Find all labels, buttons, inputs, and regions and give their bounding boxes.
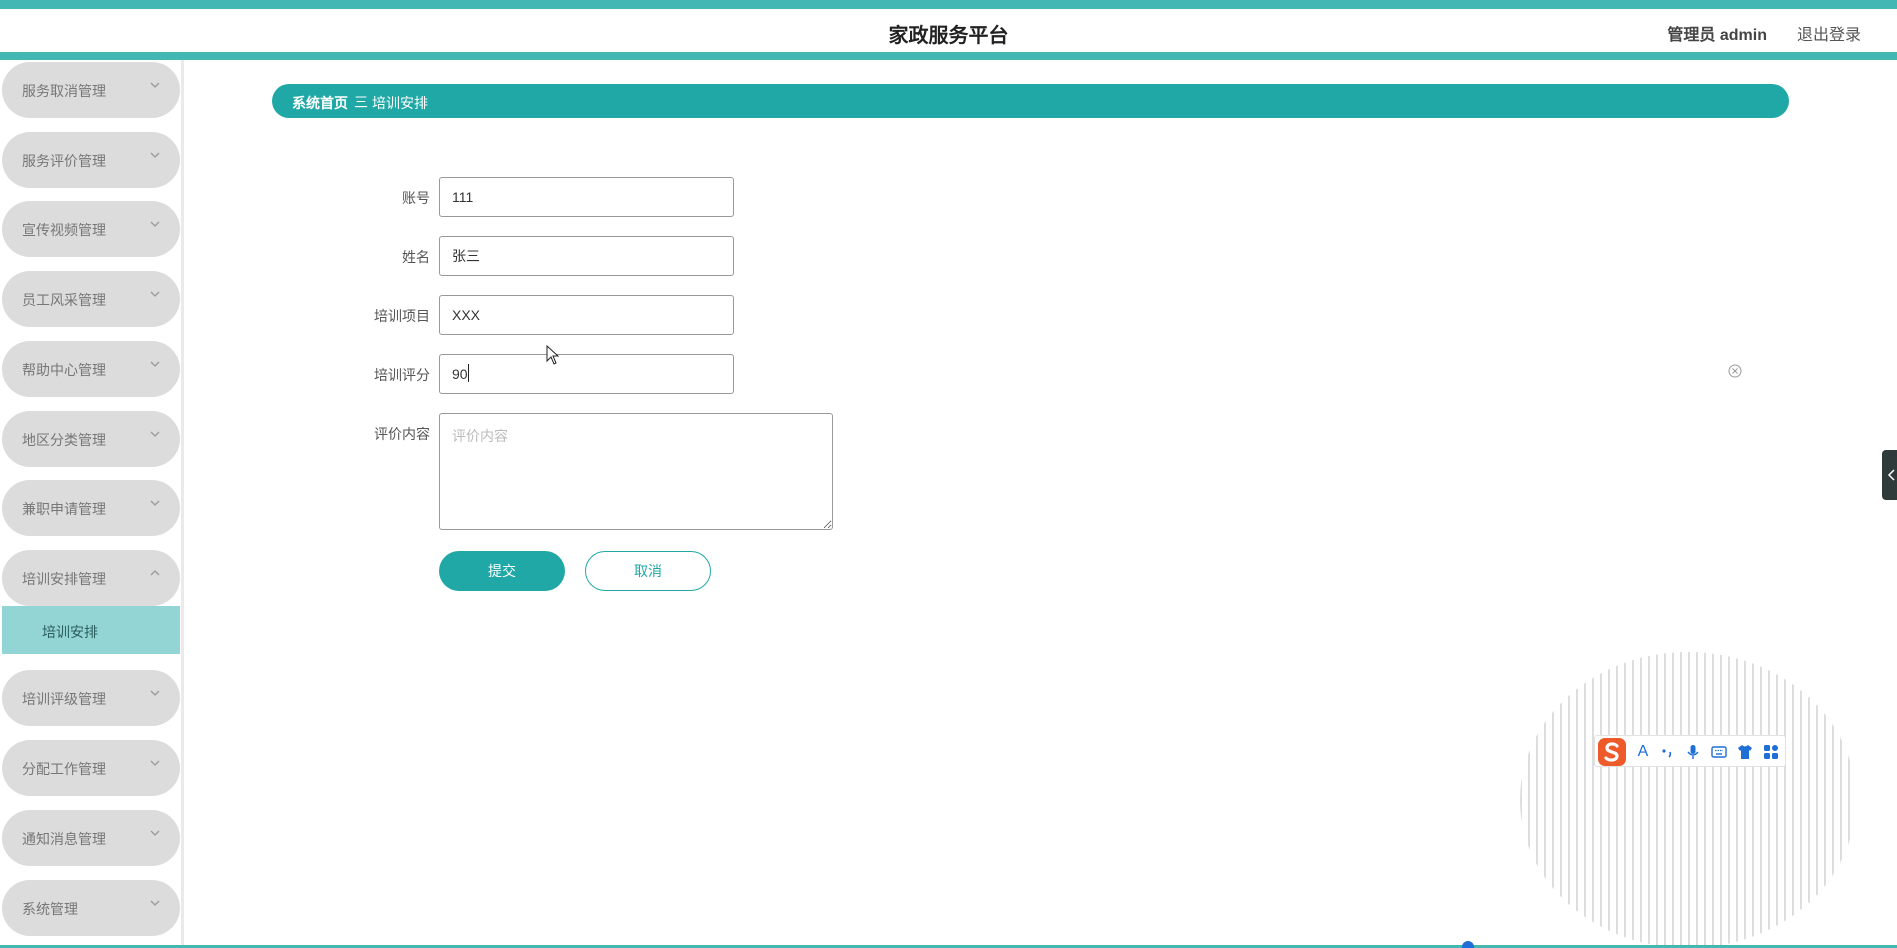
score-label: 培训评分 xyxy=(374,367,430,383)
sidebar-item-region-category[interactable]: 地区分类管理 xyxy=(2,411,180,467)
sidebar-subitem-training-arrange[interactable]: 培训安排 xyxy=(2,606,180,654)
account-label: 账号 xyxy=(402,190,430,206)
sidebar-item-training-rating[interactable]: 培训评级管理 xyxy=(2,670,180,726)
project-label: 培训项目 xyxy=(374,308,430,324)
breadcrumb-home[interactable]: 系统首页 xyxy=(292,93,348,113)
ime-toolbar: A xyxy=(1594,735,1786,767)
sidebar-item-notifications[interactable]: 通知消息管理 xyxy=(2,810,180,866)
keyboard-icon[interactable] xyxy=(1711,744,1727,760)
chevron-down-icon xyxy=(150,291,160,297)
sidebar-item-label: 帮助中心管理 xyxy=(22,362,106,378)
sidebar-item-label: 系统管理 xyxy=(22,901,78,917)
sidebar-item-label: 地区分类管理 xyxy=(22,432,106,448)
sidebar-item-label: 培训评级管理 xyxy=(22,691,106,707)
sidebar-item-help-center[interactable]: 帮助中心管理 xyxy=(2,341,180,397)
chevron-down-icon xyxy=(150,431,160,437)
name-label: 姓名 xyxy=(402,249,430,265)
sidebar-item-label: 员工风采管理 xyxy=(22,292,106,308)
sidebar-item-training-arrange[interactable]: 培训安排管理 xyxy=(2,550,180,606)
top-header: 家政服务平台 管理员 admin 退出登录 xyxy=(0,0,1897,60)
mouse-pointer-icon xyxy=(546,345,560,365)
microphone-icon[interactable] xyxy=(1685,744,1701,760)
chevron-down-icon xyxy=(150,152,160,158)
cancel-button[interactable]: 取消 xyxy=(585,551,711,591)
scroll-indicator-dot xyxy=(1462,941,1474,948)
sogou-logo-icon[interactable] xyxy=(1595,736,1629,768)
chevron-down-icon xyxy=(150,830,160,836)
sidebar-item-service-review[interactable]: 服务评价管理 xyxy=(2,132,180,188)
decorative-stripe-circle xyxy=(1520,652,1856,948)
skin-shirt-icon[interactable] xyxy=(1737,744,1753,760)
logout-link[interactable]: 退出登录 xyxy=(1797,21,1861,45)
chevron-down-icon xyxy=(150,500,160,506)
sidebar-item-system[interactable]: 系统管理 xyxy=(2,880,180,936)
account-input[interactable] xyxy=(439,177,734,217)
sidebar-item-label: 服务取消管理 xyxy=(22,83,106,99)
site-title: 家政服务平台 xyxy=(888,25,1009,47)
chevron-down-icon xyxy=(150,221,160,227)
chevron-down-icon xyxy=(150,82,160,88)
sidebar-subitem-label: 培训安排 xyxy=(42,624,98,640)
chevron-down-icon xyxy=(150,690,160,696)
score-input[interactable] xyxy=(439,354,734,394)
sidebar-item-label: 宣传视频管理 xyxy=(22,222,106,238)
chevron-down-icon xyxy=(150,900,160,906)
sidebar-item-label: 服务评价管理 xyxy=(22,153,106,169)
sidebar: 服务取消管理 服务评价管理 宣传视频管理 员工风采管理 帮助中心管理 地区分类管… xyxy=(0,60,184,948)
name-input[interactable] xyxy=(439,236,734,276)
sidebar-item-work-assign[interactable]: 分配工作管理 xyxy=(2,740,180,796)
sidebar-item-parttime-apply[interactable]: 兼职申请管理 xyxy=(2,480,180,536)
sidebar-item-promo-video[interactable]: 宣传视频管理 xyxy=(2,201,180,257)
sidebar-item-label: 分配工作管理 xyxy=(22,761,106,777)
chevron-down-icon xyxy=(150,361,160,367)
close-circle-icon[interactable] xyxy=(1728,364,1742,378)
side-collapse-tab[interactable] xyxy=(1882,450,1897,500)
chevron-down-icon xyxy=(150,760,160,766)
sidebar-item-service-cancel[interactable]: 服务取消管理 xyxy=(2,62,180,118)
comment-textarea[interactable] xyxy=(439,413,833,530)
breadcrumb-current: 培训安排 xyxy=(372,95,428,111)
comment-label: 评价内容 xyxy=(374,426,430,442)
sidebar-item-label: 通知消息管理 xyxy=(22,831,106,847)
admin-label: 管理员 admin xyxy=(1667,27,1767,44)
apps-grid-icon[interactable] xyxy=(1763,744,1779,760)
sidebar-item-label: 培训安排管理 xyxy=(22,571,106,587)
punctuation-icon[interactable] xyxy=(1659,744,1675,760)
text-caret xyxy=(468,364,469,382)
chevron-up-icon xyxy=(150,570,160,576)
font-a-icon[interactable]: A xyxy=(1635,744,1651,760)
sidebar-item-staff-showcase[interactable]: 员工风采管理 xyxy=(2,271,180,327)
submit-button[interactable]: 提交 xyxy=(439,551,565,591)
breadcrumb-separator: 三 xyxy=(354,94,368,110)
chevron-left-icon xyxy=(1887,469,1895,481)
sidebar-item-label: 兼职申请管理 xyxy=(22,501,106,517)
project-input[interactable] xyxy=(439,295,734,335)
breadcrumb: 系统首页 三 培训安排 xyxy=(272,84,1789,118)
